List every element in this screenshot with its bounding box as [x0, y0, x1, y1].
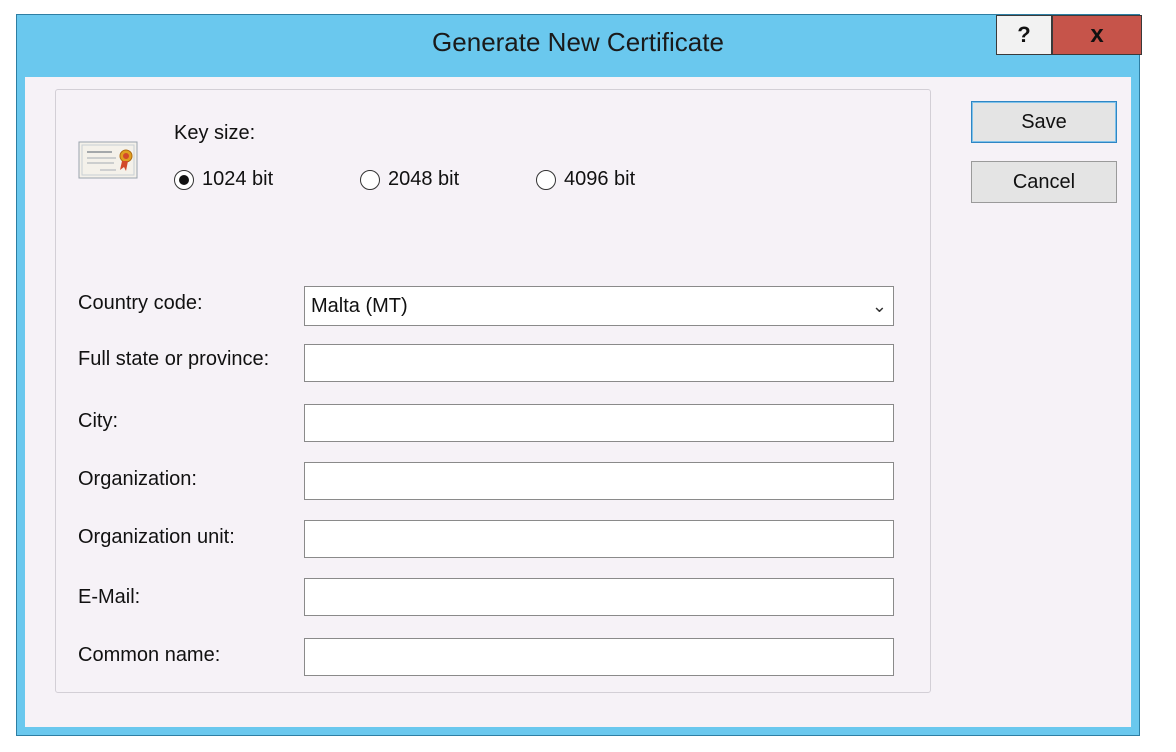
- dialog-window: Generate New Certificate ? x Key size: 1…: [16, 14, 1142, 736]
- organization-unit-label: Organization unit:: [78, 526, 235, 548]
- radio-indicator[interactable]: [174, 169, 194, 190]
- organization-unit-input[interactable]: [304, 520, 894, 558]
- cancel-button[interactable]: Cancel: [971, 161, 1117, 203]
- country-code-label: Country code:: [78, 292, 203, 314]
- close-button[interactable]: x: [1052, 15, 1142, 55]
- radio-label: 2048 bit: [388, 168, 460, 190]
- key-size-label: Key size:: [174, 122, 256, 144]
- common-name-input[interactable]: [304, 638, 894, 676]
- organization-label: Organization:: [78, 468, 197, 490]
- save-button[interactable]: Save: [971, 101, 1117, 143]
- dialog-title: Generate New Certificate: [432, 27, 724, 57]
- city-label: City:: [78, 410, 118, 432]
- radio-2048-bit[interactable]: 2048 bit: [360, 168, 459, 191]
- country-code-select[interactable]: Malta (MT) ⌄: [304, 286, 894, 326]
- organization-input[interactable]: [304, 462, 894, 500]
- radio-4096-bit[interactable]: 4096 bit: [536, 168, 635, 191]
- radio-indicator[interactable]: [536, 169, 556, 190]
- city-input[interactable]: [304, 404, 894, 442]
- dialog-client-area: Key size: 1024 bit 2048 bit 4096 bit Cou…: [25, 77, 1131, 727]
- email-input[interactable]: [304, 578, 894, 616]
- country-code-value: Malta (MT): [311, 294, 408, 317]
- state-label: Full state or province:: [78, 348, 270, 370]
- certificate-icon: [78, 141, 138, 179]
- help-button[interactable]: ?: [996, 15, 1052, 55]
- email-label: E-Mail:: [78, 586, 141, 608]
- radio-label: 4096 bit: [564, 168, 636, 190]
- common-name-label: Common name:: [78, 644, 221, 666]
- title-bar[interactable]: Generate New Certificate ? x: [17, 15, 1142, 77]
- chevron-down-icon[interactable]: ⌄: [872, 296, 887, 317]
- radio-label: 1024 bit: [202, 168, 274, 190]
- state-input[interactable]: [304, 344, 894, 382]
- certificate-form-panel: Key size: 1024 bit 2048 bit 4096 bit Cou…: [55, 89, 931, 693]
- radio-1024-bit[interactable]: 1024 bit: [174, 168, 273, 191]
- radio-indicator[interactable]: [360, 169, 380, 190]
